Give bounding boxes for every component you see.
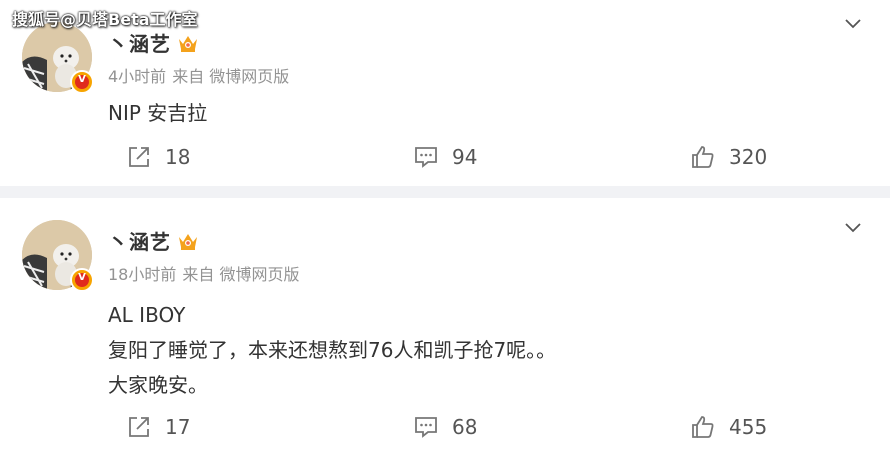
chevron-down-icon[interactable]: [844, 218, 862, 236]
avatar[interactable]: [22, 22, 94, 94]
author-name[interactable]: 丶涵艺: [108, 28, 171, 57]
like-button[interactable]: 455: [691, 411, 767, 443]
like-icon: [692, 146, 714, 168]
comment-count: 68: [452, 415, 478, 439]
verified-badge-icon: [70, 70, 94, 94]
post-text-line: AL IBOY: [108, 303, 186, 327]
verified-badge-icon: [70, 268, 94, 292]
comment-button[interactable]: 94: [414, 141, 477, 173]
comment-count: 94: [452, 145, 478, 169]
crown-icon: [179, 233, 197, 250]
watermark-text: 搜狐号@贝塔Beta工作室: [12, 10, 198, 29]
post-source: 来自 微博网页版: [182, 265, 300, 284]
post-text-line: 大家晚安。: [108, 373, 208, 397]
post-text-line: NIP 安吉拉: [108, 101, 208, 125]
like-count: 320: [729, 145, 768, 169]
post-time[interactable]: 18小时前: [108, 265, 176, 284]
author-name[interactable]: 丶涵艺: [108, 226, 171, 255]
repost-icon: [129, 147, 149, 167]
comment-icon: [415, 417, 437, 438]
repost-button[interactable]: 18: [127, 141, 190, 173]
repost-count: 18: [165, 145, 191, 169]
like-count: 455: [729, 415, 768, 439]
comment-icon: [415, 147, 437, 168]
repost-button[interactable]: 17: [127, 411, 190, 443]
avatar[interactable]: [22, 220, 94, 292]
crown-icon: [179, 35, 197, 52]
repost-count: 17: [165, 415, 191, 439]
like-button[interactable]: 320: [691, 141, 767, 173]
repost-icon: [129, 417, 149, 437]
post-source: 来自 微博网页版: [172, 67, 290, 86]
post-divider: [0, 186, 890, 198]
like-icon: [692, 416, 714, 438]
post-time[interactable]: 4小时前: [108, 67, 166, 86]
post-text-line: 复阳了睡觉了，本来还想熬到76人和凯子抢7呢。。: [108, 338, 557, 362]
comment-button[interactable]: 68: [414, 411, 477, 443]
chevron-down-icon[interactable]: [844, 14, 862, 32]
weibo-post: 丶涵艺 18小时前来自 微博网页版 AL IBOY 复阳了睡觉了，本来还想熬到7…: [0, 198, 890, 453]
